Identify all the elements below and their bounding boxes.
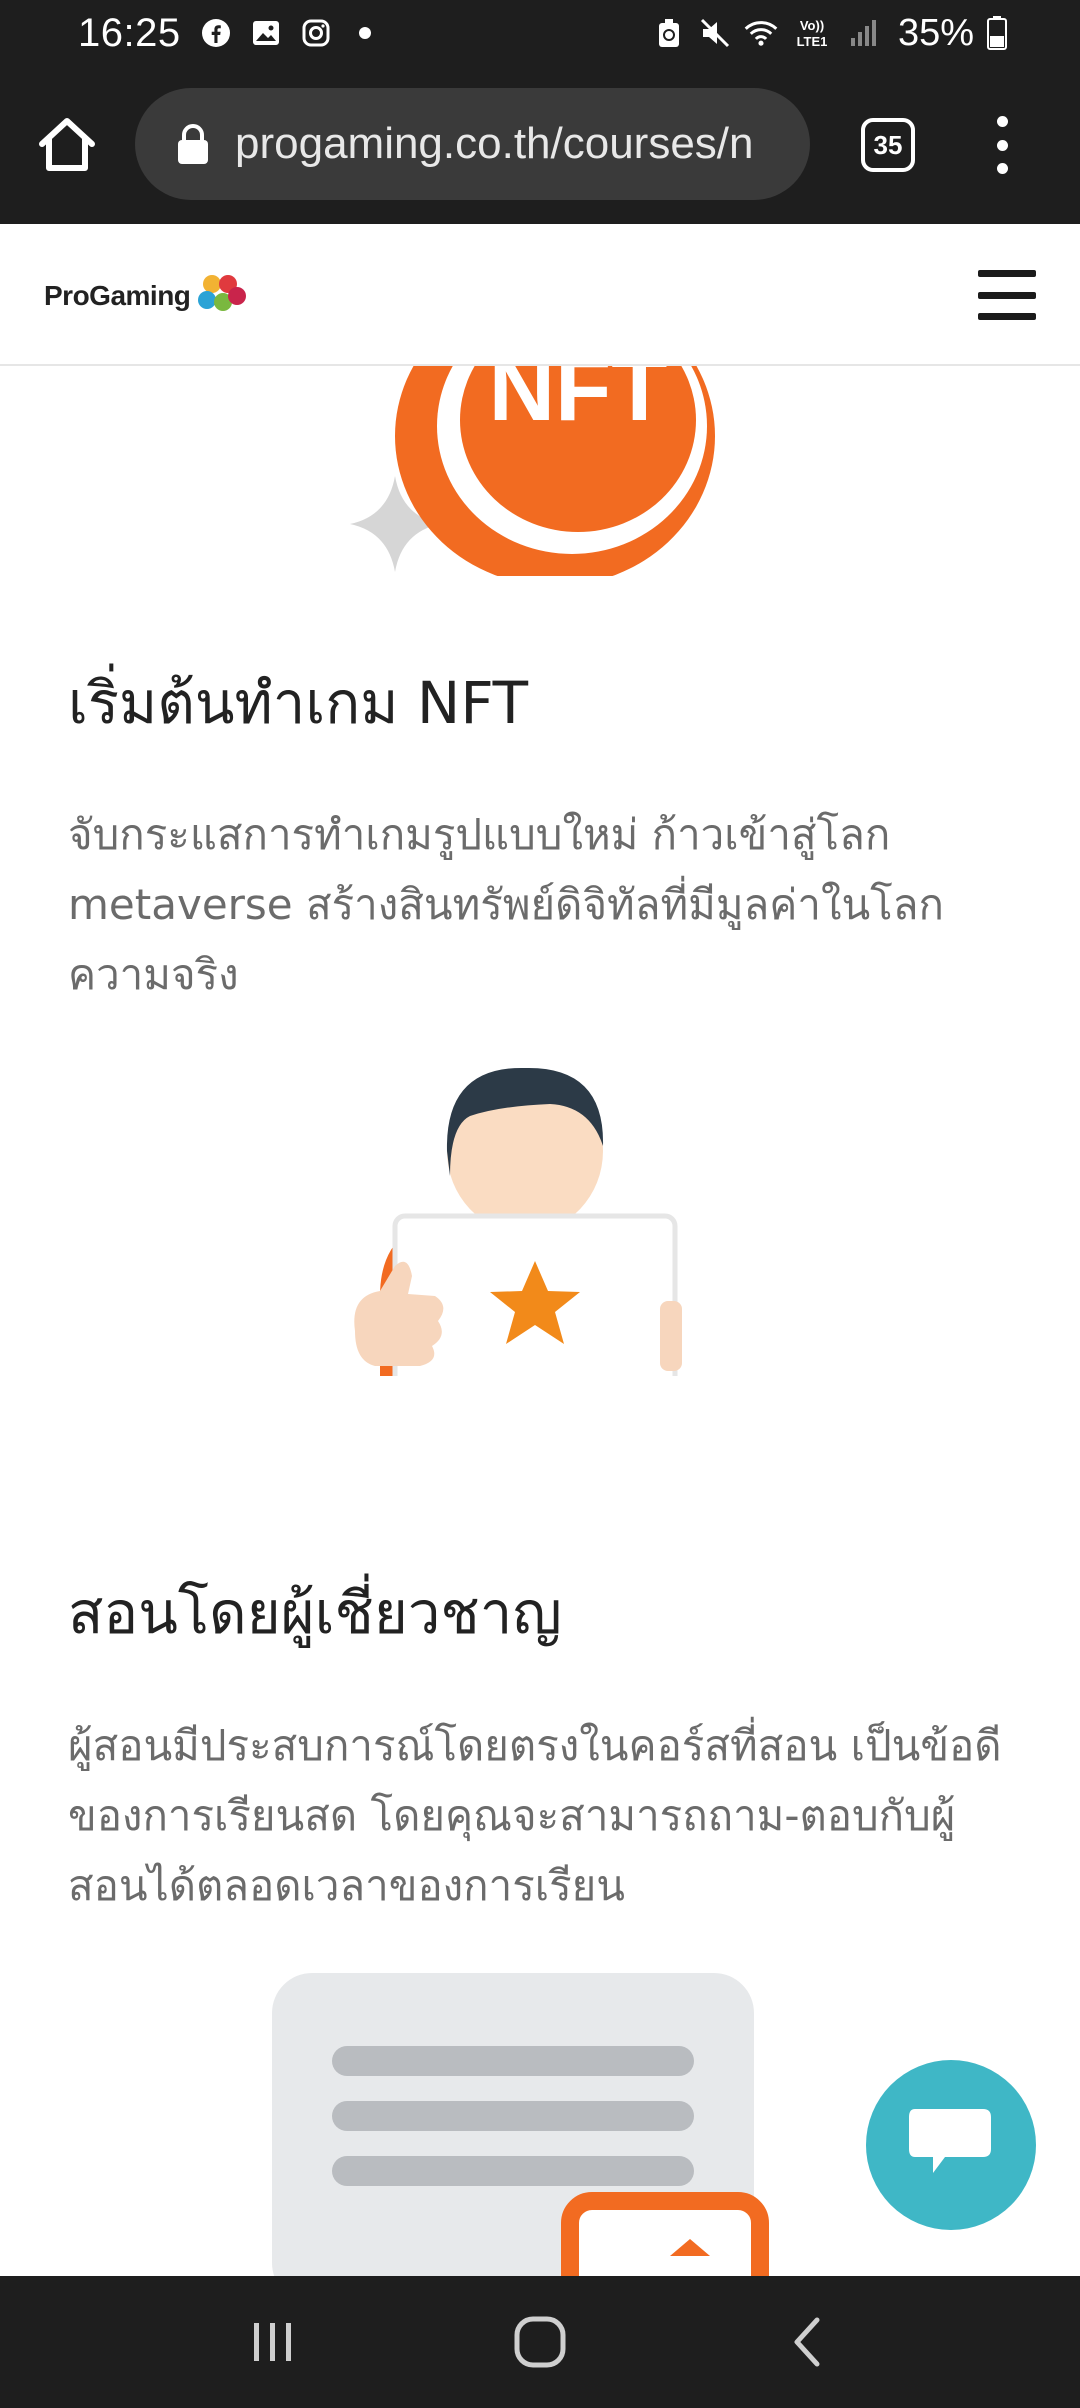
mute-icon	[698, 14, 732, 52]
battery-percent: 35%	[897, 11, 974, 54]
section-title-expert: สอนโดยผู้เชี่ยวชาญ	[68, 1579, 562, 1647]
recycle-icon	[652, 14, 686, 52]
home-nav-button[interactable]	[495, 2297, 585, 2387]
dot-icon	[996, 139, 1008, 151]
site-logo[interactable]: ProGaming	[44, 264, 252, 328]
status-bar: 16:25 Vo)) LTE1 35%	[0, 0, 1080, 66]
status-time: 16:25	[78, 10, 181, 55]
home-circle-icon	[514, 2316, 566, 2368]
section-description-expert: ผู้สอนมีประสบการณ์โดยตรงในคอร์สที่สอน เป…	[68, 1721, 1002, 1910]
system-navigation-bar	[0, 2276, 1080, 2408]
recent-apps-button[interactable]	[228, 2297, 318, 2387]
volte-icon: Vo)) LTE1	[790, 14, 834, 52]
notification-icons	[199, 16, 371, 50]
dot-icon	[358, 27, 371, 39]
svg-text:LTE1: LTE1	[797, 34, 828, 49]
dot-icon	[996, 116, 1008, 127]
url-text: progaming.co.th/courses/n	[235, 119, 754, 168]
svg-text:Vo)): Vo))	[800, 18, 824, 33]
system-icons: Vo)) LTE1 35%	[652, 12, 1008, 55]
expert-teacher-illustration	[354, 1067, 682, 1376]
address-bar[interactable]: progaming.co.th/courses/n	[135, 88, 810, 200]
document-illustration	[272, 1973, 769, 2276]
home-icon	[39, 118, 95, 171]
browser-menu-button[interactable]	[984, 110, 1020, 180]
nft-coin-label: NFT	[489, 366, 668, 440]
chat-button[interactable]	[866, 2060, 1036, 2230]
hamburger-line	[978, 313, 1036, 320]
section-title-nft: เริ่มต้นทำเกม NFT	[68, 669, 529, 737]
instagram-icon	[299, 16, 333, 50]
chat-bubble-icon	[909, 2109, 991, 2173]
browser-toolbar: progaming.co.th/courses/n 35	[0, 66, 1080, 224]
logo-text: ProGaming	[44, 280, 191, 311]
battery-icon	[986, 14, 1008, 52]
tab-switcher-button[interactable]: 35	[861, 118, 915, 172]
logo-mark-icon	[198, 275, 247, 311]
home-button[interactable]	[34, 112, 100, 178]
hamburger-line	[978, 270, 1036, 277]
facebook-icon	[199, 16, 233, 50]
nft-coin-illustration: NFT	[350, 366, 715, 576]
dot-icon	[996, 163, 1008, 174]
page-content: NFT เริ่มต้นทำเกม NFT จับกระแสการทำเกมรู…	[0, 366, 1080, 2276]
hamburger-line	[978, 291, 1036, 299]
site-header: ProGaming	[0, 224, 1080, 366]
lock-icon	[178, 124, 208, 164]
recent-apps-icon	[254, 2323, 292, 2361]
menu-button[interactable]	[978, 270, 1036, 320]
gallery-icon	[249, 16, 283, 50]
section-description-nft: จับกระแสการทำเกมรูปแบบใหม่ ก้าวเข้าสู่โล…	[68, 810, 944, 999]
back-chevron-icon	[794, 2317, 820, 2367]
wifi-icon	[744, 14, 778, 52]
back-button[interactable]	[762, 2297, 852, 2387]
signal-icon	[846, 14, 880, 52]
